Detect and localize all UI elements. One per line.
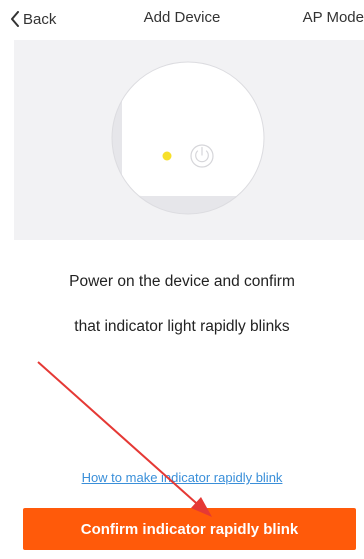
navigation-bar: Back Add Device AP Mode	[0, 0, 364, 38]
add-device-screen: Back Add Device AP Mode Power on the dev…	[0, 0, 364, 559]
instruction-line-2: that indicator light rapidly blinks	[74, 318, 290, 335]
confirm-button[interactable]: Confirm indicator rapidly blink	[23, 508, 356, 550]
help-link[interactable]: How to make indicator rapidly blink	[0, 470, 364, 485]
device-illustration	[14, 40, 364, 240]
device-image	[111, 61, 265, 215]
instruction-line-1: Power on the device and confirm	[69, 273, 295, 290]
indicator-light-icon	[162, 151, 172, 161]
ap-mode-button[interactable]: AP Mode	[303, 9, 364, 26]
device-body	[122, 62, 264, 196]
